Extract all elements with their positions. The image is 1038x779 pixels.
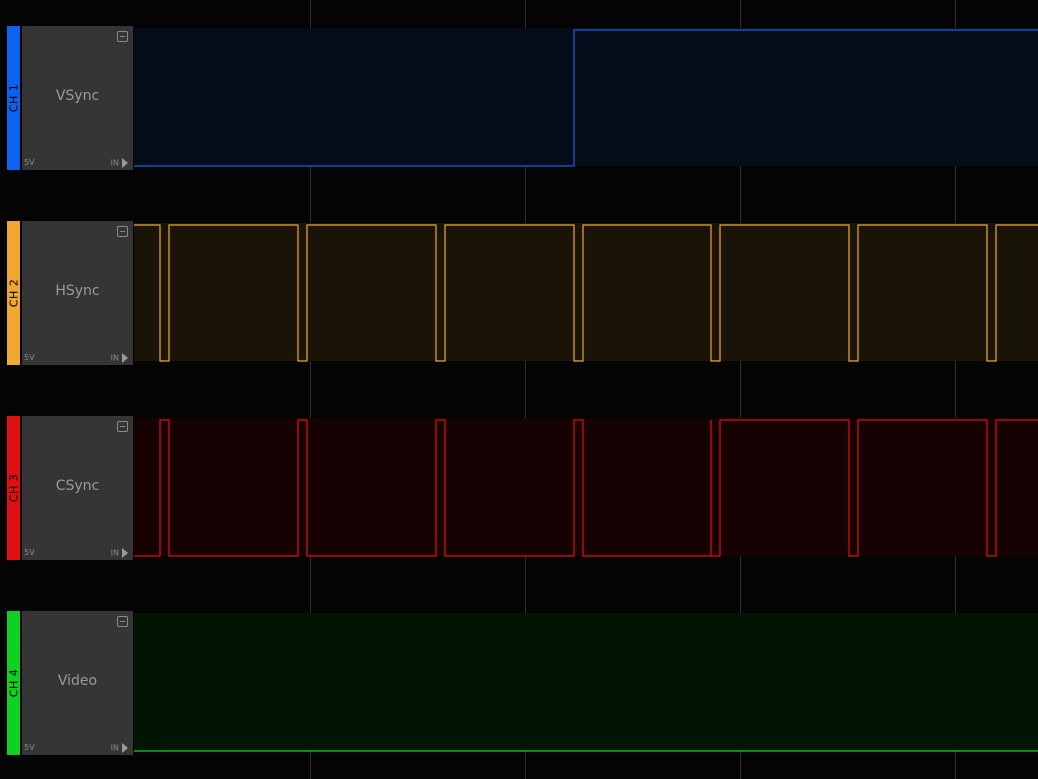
channel-1-voltage: 5V xyxy=(24,158,35,167)
play-arrow-icon xyxy=(122,353,128,363)
channel-1-tab[interactable]: CH 1 xyxy=(7,26,20,170)
channel-4-input[interactable]: IN xyxy=(111,743,128,753)
play-arrow-icon xyxy=(122,743,128,753)
channel-2-tag: CH 2 xyxy=(7,278,20,308)
minimize-icon[interactable] xyxy=(117,226,128,237)
channel-1-tag: CH 1 xyxy=(7,83,20,113)
channel-4-panel[interactable]: Video 5V IN xyxy=(22,611,133,755)
channel-3-tab[interactable]: CH 3 xyxy=(7,416,20,560)
channel-1-waveform xyxy=(134,28,1038,167)
channel-3-panel[interactable]: CSync 5V IN xyxy=(22,416,133,560)
play-arrow-icon xyxy=(122,548,128,558)
channel-3-voltage: 5V xyxy=(24,548,35,557)
channel-4-tag: CH 4 xyxy=(7,668,20,698)
channel-4-voltage: 5V xyxy=(24,743,35,752)
channel-4-tab[interactable]: CH 4 xyxy=(7,611,20,755)
minimize-icon[interactable] xyxy=(117,616,128,627)
channel-2-name: HSync xyxy=(55,283,100,299)
channel-4-name: Video xyxy=(57,673,98,689)
channel-4-input-label: IN xyxy=(110,743,119,753)
waveform-background xyxy=(134,28,1038,166)
channel-3-name: CSync xyxy=(55,478,100,494)
channel-2-waveform xyxy=(134,223,1038,362)
channel-1-panel[interactable]: VSync 5V IN xyxy=(22,26,133,170)
channel-2-panel[interactable]: HSync 5V IN xyxy=(22,221,133,365)
minimize-icon[interactable] xyxy=(117,31,128,42)
play-arrow-icon xyxy=(122,158,128,168)
channel-3-input[interactable]: IN xyxy=(111,548,128,558)
channel-3-input-label: IN xyxy=(110,548,119,558)
channel-2-input-label: IN xyxy=(110,353,119,363)
channel-1-input-label: IN xyxy=(110,158,119,168)
channel-3-waveform xyxy=(134,418,1038,557)
channel-2-input[interactable]: IN xyxy=(111,353,128,363)
minimize-icon[interactable] xyxy=(117,421,128,432)
channel-2: CH 2 HSync 5V IN xyxy=(0,221,1038,365)
channel-3: CH 3 CSync 5V IN xyxy=(0,416,1038,560)
channel-3-tag: CH 3 xyxy=(7,473,20,503)
channel-2-voltage: 5V xyxy=(24,353,35,362)
channel-4: CH 4 Video 5V IN xyxy=(0,611,1038,755)
channel-4-waveform xyxy=(134,613,1038,752)
waveform-background xyxy=(134,613,1038,751)
waveform-background xyxy=(134,223,1038,361)
channel-1-name: VSync xyxy=(55,88,100,104)
channel-1-input[interactable]: IN xyxy=(111,158,128,168)
waveform-background xyxy=(134,418,1038,556)
channel-2-tab[interactable]: CH 2 xyxy=(7,221,20,365)
channel-1: CH 1 VSync 5V IN xyxy=(0,26,1038,170)
